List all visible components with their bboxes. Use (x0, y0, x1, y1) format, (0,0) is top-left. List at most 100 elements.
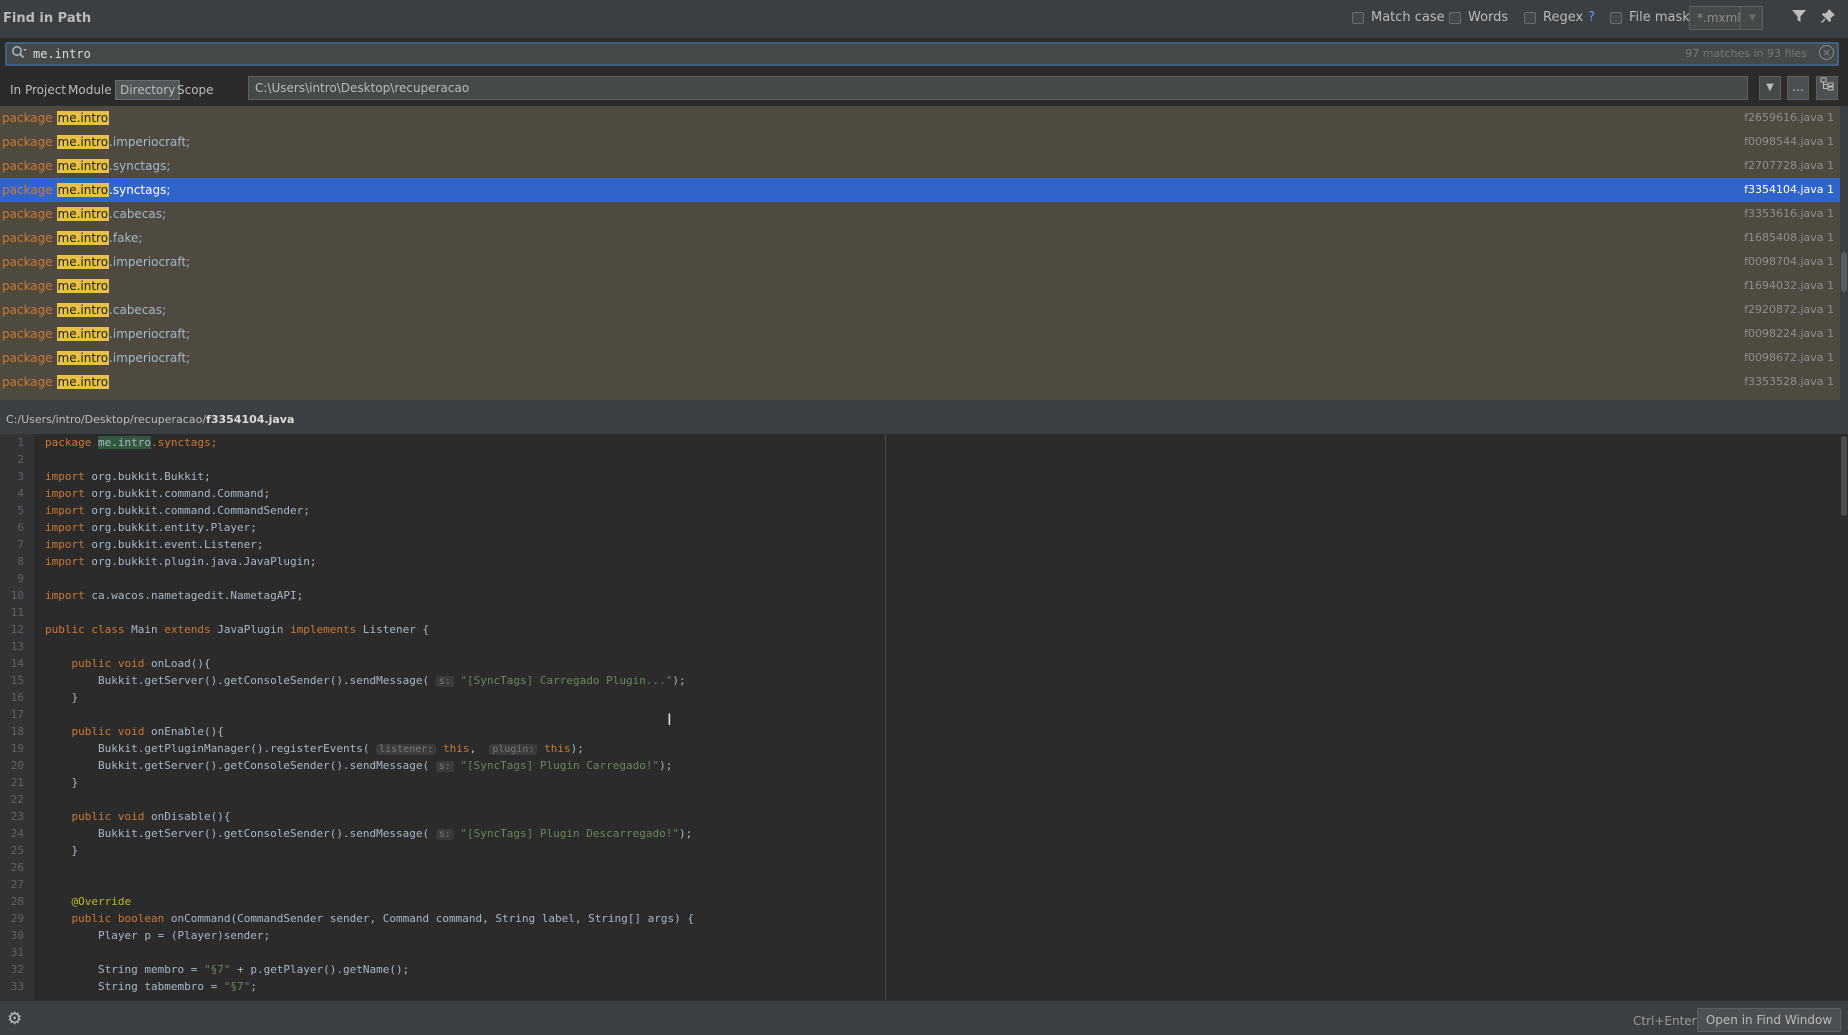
code-line: 25 } (0, 842, 890, 859)
tab-scope[interactable]: Scope (175, 81, 216, 99)
result-row[interactable]: package me.intro.cabecas; f3353616.java 1 (0, 202, 1840, 226)
match-case-checkbox[interactable]: Match case (1352, 10, 1445, 25)
file-mask-label: File mask: (1629, 10, 1695, 25)
result-row[interactable]: package me.intro.imperiocraft; f0098544.j… (0, 130, 1840, 154)
results-list[interactable]: package me.intro f2659616.java 1 package m… (0, 106, 1840, 400)
line-number: 12 (10, 623, 24, 636)
result-row[interactable]: package me.intro.synctags; f2707728.java … (0, 154, 1840, 178)
line-number: 31 (10, 946, 24, 959)
regex-label: Regex (1543, 10, 1584, 25)
result-file: f0098672.java 1 (1744, 351, 1834, 364)
result-keyword: package (2, 303, 53, 317)
results-scrollbar-thumb[interactable] (1841, 252, 1847, 292)
words-box[interactable] (1449, 11, 1461, 24)
result-file: f3353616.java 1 (1744, 207, 1834, 220)
result-row[interactable]: package me.intro.imperiocraft; f0098224.j… (0, 322, 1840, 346)
code-token: } (45, 691, 79, 704)
words-checkbox[interactable]: Words (1449, 10, 1508, 25)
line-number: 2 (17, 453, 24, 466)
tab-module[interactable]: Module (66, 81, 114, 99)
code-token: ); (678, 827, 693, 840)
code-token: org.bukkit.plugin.java.JavaPlugin; (91, 555, 317, 568)
code-line: 3 import org.bukkit.Bukkit; (0, 468, 890, 485)
search-field[interactable]: 97 matches in 93 files × (5, 42, 1839, 66)
code-token: ); (672, 674, 686, 687)
result-row[interactable]: package me.intro f3353528.java 1 (0, 370, 1840, 394)
code-line: 31 (0, 944, 890, 961)
code-token: s: (435, 676, 454, 687)
regex-box[interactable] (1524, 11, 1536, 24)
result-row[interactable]: package me.intro.imperiocraft; f0098704.j… (0, 250, 1840, 274)
result-keyword: package (2, 111, 53, 125)
file-mask-checkbox[interactable]: File mask: (1610, 10, 1694, 25)
result-row[interactable]: package me.intro.synctags; f3354104.java … (0, 178, 1840, 202)
code-preview[interactable]: 1 package me.intro.synctags; 2 3 import org.… (0, 434, 1848, 1000)
result-row[interactable]: package me.intro.cabecas; f2920872.java 1 (0, 298, 1840, 322)
clear-search-icon[interactable]: × (1819, 45, 1834, 60)
code-token: plugin: (489, 744, 538, 755)
code-scrollbar-thumb[interactable] (1841, 436, 1847, 516)
line-number: 20 (10, 759, 24, 772)
result-match: me.intro (56, 231, 110, 245)
code-token: import (45, 487, 92, 500)
result-file: f2707728.java 1 (1744, 159, 1834, 172)
code-scrollbar[interactable] (1840, 434, 1848, 1000)
directory-dropdown-arrow[interactable]: ▼ (1759, 76, 1781, 100)
line-number: 19 (10, 742, 24, 755)
regex-checkbox[interactable]: Regex ? (1524, 10, 1595, 25)
result-keyword: package (2, 231, 53, 245)
result-row[interactable]: package me.intro f1694032.java 1 (0, 274, 1840, 298)
result-row[interactable]: package me.intro.fake; f1685408.java 1 (0, 226, 1840, 250)
code-token: "[SyncTags] Plugin Carregado!" (453, 759, 660, 772)
code-token: import (45, 555, 92, 568)
preview-path-bar: C:/Users/intro/Desktop/recuperacao/f3354… (0, 405, 1848, 434)
code-token: Bukkit.getServer().getConsoleSender().se… (45, 759, 436, 772)
code-token: onDisable(){ (150, 810, 231, 823)
result-rest: .synctags; (109, 159, 171, 173)
tab-directory[interactable]: Directory (115, 80, 181, 100)
code-token: "§7" (203, 963, 231, 976)
code-token: JavaPlugin (217, 623, 291, 636)
shortcut-hint: Ctrl+Enter (1633, 1014, 1697, 1028)
file-mask-dropdown-arrow[interactable]: ▼ (1740, 6, 1764, 30)
code-token: onCommand(CommandSender sender, Command … (170, 912, 695, 925)
code-token: this (436, 742, 470, 755)
result-row[interactable]: package me.intro.imperiocraft; f0098672.j… (0, 346, 1840, 370)
result-file: f0098224.java 1 (1744, 327, 1834, 340)
code-line: 19 Bukkit.getPluginManager().registerEve… (0, 740, 890, 757)
code-line: 28 @Override (0, 893, 890, 910)
gear-icon[interactable]: ⚙ (7, 1009, 22, 1029)
tab-in-project[interactable]: In Project (8, 81, 68, 99)
result-keyword: package (2, 255, 53, 269)
code-token: onEnable(){ (150, 725, 224, 738)
result-keyword: package (2, 207, 53, 221)
line-number: 27 (10, 878, 24, 891)
match-case-label: Match case (1371, 10, 1445, 25)
code-line: 18 public void onEnable(){ (0, 723, 890, 740)
filter-icon[interactable] (1788, 8, 1810, 30)
code-line: 4 import org.bukkit.command.Command; (0, 485, 890, 502)
recursive-tree-icon[interactable] (1816, 76, 1838, 100)
search-input[interactable] (33, 46, 1433, 62)
file-mask-box[interactable] (1610, 11, 1622, 24)
result-rest: .imperiocraft; (109, 255, 191, 269)
code-line: 9 (0, 570, 890, 587)
result-row[interactable]: package me.intro f2659616.java 1 (0, 106, 1840, 130)
result-file: f2659616.java 1 (1744, 111, 1834, 124)
result-keyword: package (2, 159, 53, 173)
file-mask-value: *.mxml (1697, 11, 1741, 25)
line-number: 10 (10, 589, 24, 602)
code-token: package (45, 436, 98, 449)
text-cursor-icon: I (667, 710, 672, 729)
line-number: 16 (10, 691, 24, 704)
match-case-box[interactable] (1352, 11, 1364, 24)
regex-help-link[interactable]: ? (1588, 10, 1595, 25)
code-line: 24 Bukkit.getServer().getConsoleSender()… (0, 825, 890, 842)
line-number: 32 (10, 963, 24, 976)
search-icon[interactable] (11, 45, 27, 63)
pin-icon[interactable] (1817, 8, 1839, 30)
browse-button[interactable]: ... (1787, 76, 1809, 100)
directory-field[interactable]: C:\Users\intro\Desktop\recuperacao (248, 76, 1748, 100)
open-in-find-window-button[interactable]: Open in Find Window (1697, 1008, 1841, 1032)
result-keyword: package (2, 135, 53, 149)
